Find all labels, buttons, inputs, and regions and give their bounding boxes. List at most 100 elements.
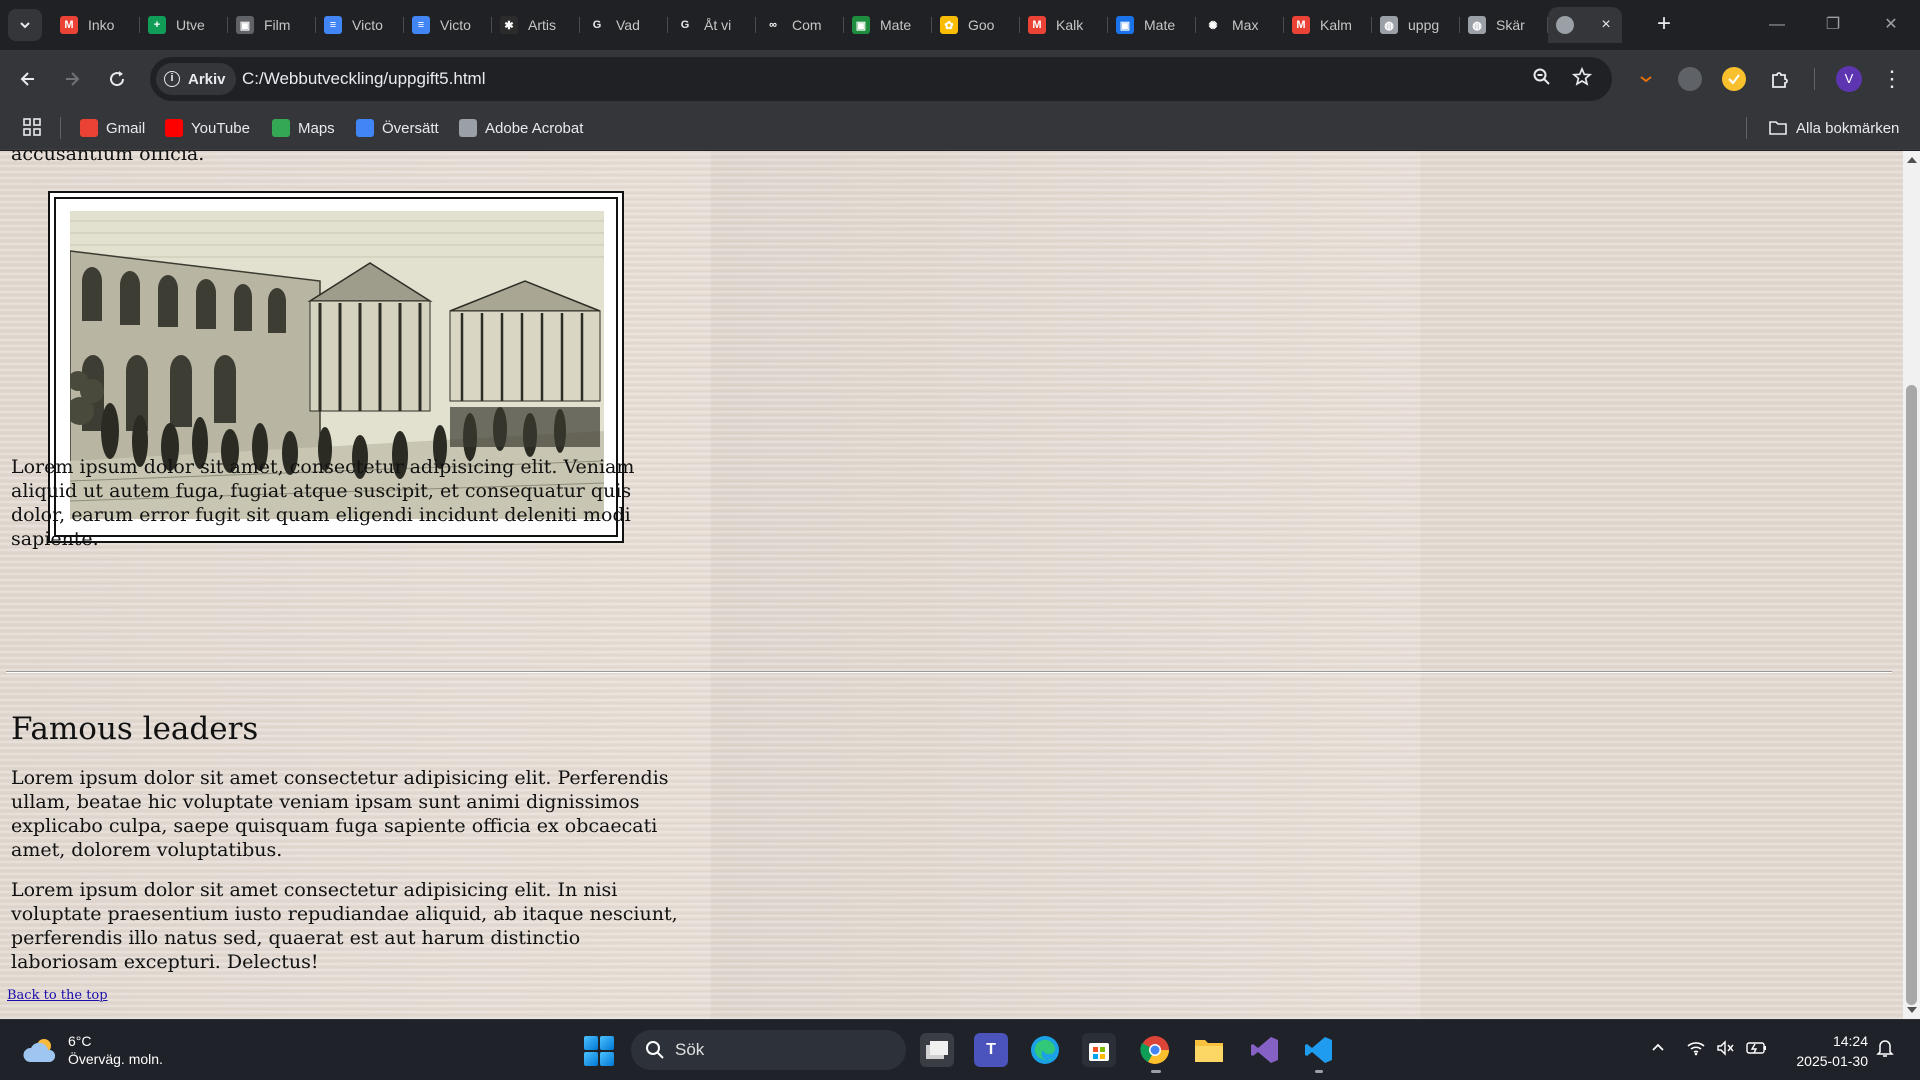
extension-arrow-icon[interactable] [1634,67,1658,91]
edge-icon[interactable] [1028,1033,1062,1067]
gmail-icon: M [60,16,78,34]
reload-icon [110,71,125,87]
google-icon: G [592,19,602,31]
browser-tab[interactable]: ✿ Goo [932,7,1020,43]
tab-label: Goo [968,17,995,33]
address-bar[interactable]: i Arkiv C:/Webbutveckling/uppgift5.html [150,57,1612,101]
paragraph-leaders-2: Lorem ipsum dolor sit amet consectetur a… [11,879,678,973]
cut-off-text: accusantium officia. [11,151,205,165]
extension-check-icon[interactable] [1722,67,1746,91]
bookmark-gmail[interactable]: Gmail [80,115,145,141]
tab-label: Mate [1144,17,1176,33]
translate-icon [356,119,374,137]
apps-grid-icon[interactable] [22,117,42,137]
task-view-icon[interactable] [920,1033,954,1067]
all-bookmarks-button[interactable]: Alla bokmärken [1768,115,1899,141]
scroll-up-arrow[interactable] [1907,157,1917,163]
notification-bell-icon[interactable] [1876,1038,1894,1062]
bookmark-label: Översätt [382,119,439,137]
battery-icon[interactable] [1746,1040,1768,1060]
taskbar-clock[interactable]: 14:24 2025-01-30 [1786,1031,1868,1071]
browser-tab[interactable]: G Vad [580,7,668,43]
bookmark-label: Adobe Acrobat [485,119,584,137]
browser-tab[interactable]: M Kalk [1020,7,1108,43]
tab-label: Inko [88,17,115,33]
tab-label: Film [264,17,291,33]
scroll-thumb[interactable] [1906,385,1917,1005]
scroll-down-arrow[interactable] [1907,1007,1917,1013]
tab-search-button[interactable] [8,9,42,41]
browser-tab[interactable]: G Åt vi [668,7,756,43]
browser-tab[interactable]: M Kalm [1284,7,1372,43]
wifi-icon[interactable] [1686,1040,1706,1060]
forward-button[interactable] [56,63,88,95]
browser-tab[interactable]: M Inko [52,7,140,43]
store-icon[interactable] [1082,1033,1116,1067]
taskbar-search[interactable]: Sök [631,1030,906,1070]
weather-desc: Överväg. moln. [68,1051,163,1067]
browser-tab[interactable]: ✺ Max [1196,7,1284,43]
file-explorer-icon[interactable] [1192,1033,1226,1067]
browser-tab[interactable]: ▣ Mate [844,7,932,43]
menu-dots-icon[interactable]: ⋮ [1880,63,1904,95]
clock-time: 14:24 [1832,1033,1868,1049]
back-to-top-link[interactable]: Back to the top [7,988,108,1003]
tab-label: uppg [1408,17,1440,33]
docs-icon: ≡ [412,16,430,34]
toolbar-divider [1814,68,1815,90]
tab-label: Skär [1496,17,1525,33]
bookmark-label: Maps [298,119,335,137]
browser-tab[interactable]: ≡ Victo [316,7,404,43]
sheets-icon: + [148,16,166,34]
search-icon [646,1041,664,1059]
browser-tab[interactable]: ▣ Mate [1108,7,1196,43]
docs-icon: ≡ [324,16,342,34]
extension-gray-icon[interactable] [1678,67,1702,91]
extensions-puzzle-icon[interactable] [1768,67,1792,91]
profile-avatar[interactable]: V [1836,66,1862,92]
bookmark-youtube[interactable]: YouTube [165,115,250,141]
active-tab[interactable]: × [1548,7,1622,43]
arrow-left-icon [20,72,34,86]
teams-icon[interactable]: T [974,1033,1008,1067]
window-close-button[interactable]: ✕ [1876,10,1906,40]
bookmark-maps[interactable]: Maps [272,115,335,141]
minimize-button[interactable]: — [1762,10,1792,40]
browser-tab[interactable]: ◍ Skär [1460,7,1548,43]
vscode-icon[interactable] [1302,1033,1336,1067]
zoom-icon[interactable] [1530,67,1554,91]
bookmark--vers-tt[interactable]: Översätt [356,115,439,141]
bookmark-star-icon[interactable] [1570,66,1594,91]
globe-icon: ◍ [1380,16,1398,34]
browser-tab[interactable]: + Utve [140,7,228,43]
speaker-muted-icon[interactable] [1716,1040,1736,1060]
restore-button[interactable]: ❐ [1818,10,1848,40]
gmail-icon: M [1028,16,1046,34]
tab-label: Kalk [1056,17,1084,33]
reload-button[interactable] [101,63,133,95]
page-scrollbar[interactable] [1903,151,1920,1019]
chrome-icon[interactable] [1138,1033,1172,1067]
browser-tab[interactable]: ▣ Film [228,7,316,43]
new-tab-button[interactable]: + [1650,10,1678,38]
weather-widget[interactable]: 6°C Överväg. moln. [22,1032,163,1068]
start-button[interactable] [584,1036,614,1066]
chevron-up-icon[interactable] [1650,1040,1666,1060]
visual-studio-icon[interactable] [1248,1033,1282,1067]
chrome-running-indicator [1151,1070,1161,1073]
browser-tab[interactable]: ✱ Artis [492,7,580,43]
url-text[interactable]: C:/Webbutveckling/uppgift5.html [242,69,485,89]
back-button[interactable] [12,63,44,95]
tab-label: Vad [616,17,640,33]
google-photos-icon: ✿ [940,16,958,34]
browser-tab[interactable]: ◍ uppg [1372,7,1460,43]
close-icon[interactable]: × [1598,17,1614,33]
section-heading: Famous leaders [11,711,259,747]
clock-date: 2025-01-30 [1796,1053,1868,1069]
site-info-chip[interactable]: i Arkiv [156,63,236,95]
browser-tab[interactable]: ∞ Com [756,7,844,43]
bookmark-adobe-acrobat[interactable]: Adobe Acrobat [459,115,583,141]
openai-icon: ✺ [1204,16,1222,34]
paragraph-leaders-1: Lorem ipsum dolor sit amet consectetur a… [11,767,669,861]
browser-tab[interactable]: ≡ Victo [404,7,492,43]
